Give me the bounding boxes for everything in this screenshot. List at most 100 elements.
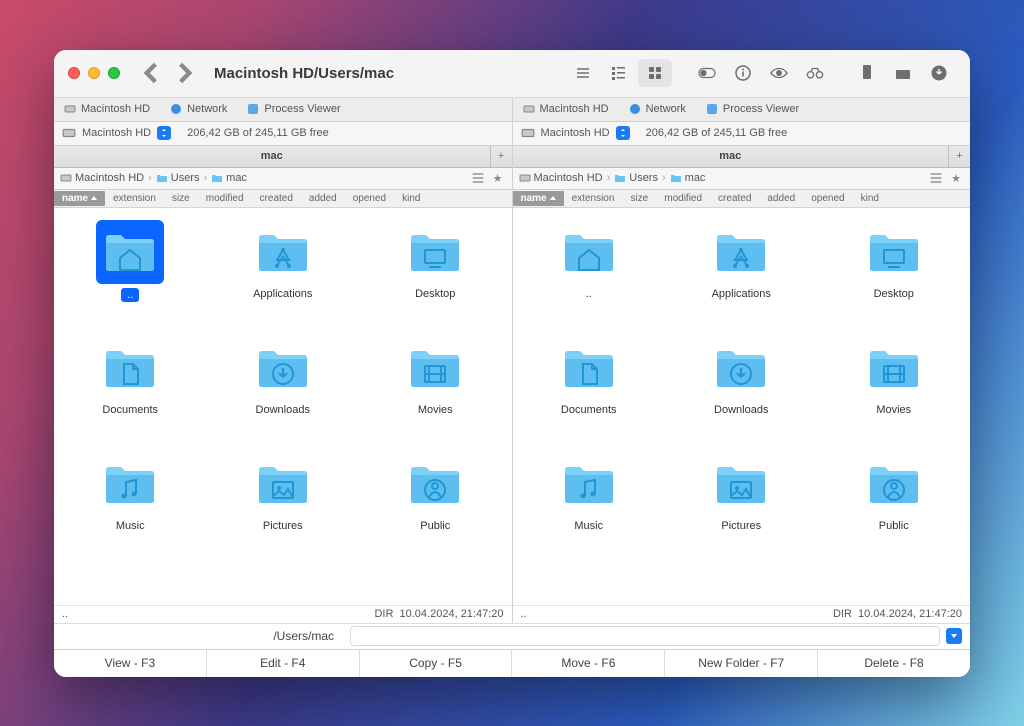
folder-label: Movies [876, 404, 911, 416]
folder-item-[interactable]: .. [513, 220, 666, 330]
header-modified[interactable]: modified [198, 193, 252, 204]
crumb-mac[interactable]: mac [670, 172, 706, 184]
column-headers: name extension size modified created add… [54, 190, 512, 208]
crumb-users[interactable]: Users [156, 172, 200, 184]
header-opened[interactable]: opened [345, 193, 394, 204]
new-folder-button[interactable]: New Folder - F7 [665, 650, 818, 677]
folder-icon [96, 452, 164, 516]
header-extension[interactable]: extension [105, 193, 164, 204]
copy-button[interactable]: Copy - F5 [360, 650, 513, 677]
header-created[interactable]: created [252, 193, 301, 204]
crumb-mac[interactable]: mac [211, 172, 247, 184]
drive-dropdown-icon[interactable] [157, 126, 171, 140]
crumb-users[interactable]: Users [614, 172, 658, 184]
folder-item-applications[interactable]: Applications [665, 220, 818, 330]
info-icon[interactable] [726, 59, 760, 87]
folder-item-[interactable]: .. [54, 220, 207, 330]
compress-icon[interactable] [850, 59, 884, 87]
footer-toolbar: View - F3 Edit - F4 Copy - F5 Move - F6 … [54, 649, 970, 677]
list-menu-icon[interactable] [928, 170, 944, 186]
path-input[interactable] [350, 626, 940, 646]
folder-label: .. [586, 288, 592, 300]
download-icon[interactable] [922, 59, 956, 87]
disk-space: 206,42 GB of 245,11 GB free [638, 127, 796, 139]
disk-space: 206,42 GB of 245,11 GB free [179, 127, 337, 139]
header-extension[interactable]: extension [564, 193, 623, 204]
folder-item-desktop[interactable]: Desktop [818, 220, 971, 330]
header-name[interactable]: name [513, 191, 564, 206]
tab-macintosh-hd[interactable]: Macintosh HD [54, 98, 160, 121]
new-tab-button[interactable]: + [948, 146, 970, 167]
path-dropdown-icon[interactable] [946, 628, 962, 644]
tab-network[interactable]: Network [619, 98, 696, 121]
header-kind[interactable]: kind [394, 193, 428, 204]
header-size[interactable]: size [164, 193, 198, 204]
folder-tab-label[interactable]: mac [513, 150, 949, 162]
header-size[interactable]: size [622, 193, 656, 204]
drive-select[interactable]: Macintosh HD [54, 126, 179, 140]
back-button[interactable] [138, 60, 164, 86]
tab-process-viewer[interactable]: Process Viewer [237, 98, 350, 121]
folder-label: Public [879, 520, 909, 532]
folder-item-desktop[interactable]: Desktop [359, 220, 512, 330]
folder-item-downloads[interactable]: Downloads [207, 336, 360, 446]
list-menu-icon[interactable] [470, 170, 486, 186]
folder-item-pictures[interactable]: Pictures [665, 452, 818, 562]
share-icon[interactable] [886, 59, 920, 87]
tab-macintosh-hd[interactable]: Macintosh HD [513, 98, 619, 121]
maximize-button[interactable] [108, 67, 120, 79]
header-created[interactable]: created [710, 193, 759, 204]
folder-item-music[interactable]: Music [54, 452, 207, 562]
folder-tab: mac + [54, 146, 512, 168]
crumb-disk[interactable]: Macintosh HD [60, 172, 144, 184]
folder-icon [707, 220, 775, 284]
folder-item-pictures[interactable]: Pictures [207, 452, 360, 562]
folder-tab-label[interactable]: mac [54, 150, 490, 162]
folder-item-applications[interactable]: Applications [207, 220, 360, 330]
minimize-button[interactable] [88, 67, 100, 79]
folder-icon [249, 336, 317, 400]
favorite-icon[interactable]: ★ [490, 170, 506, 186]
folder-item-public[interactable]: Public [359, 452, 512, 562]
drive-select[interactable]: Macintosh HD [513, 126, 638, 140]
folder-label: .. [121, 288, 139, 302]
header-opened[interactable]: opened [803, 193, 852, 204]
header-added[interactable]: added [759, 193, 803, 204]
tab-network[interactable]: Network [160, 98, 237, 121]
close-button[interactable] [68, 67, 80, 79]
file-grid[interactable]: .. Applications Desktop Documents Downlo… [54, 208, 512, 605]
view-icons-icon[interactable] [638, 59, 672, 87]
tab-process-viewer[interactable]: Process Viewer [696, 98, 809, 121]
folder-item-movies[interactable]: Movies [818, 336, 971, 446]
new-tab-button[interactable]: + [490, 146, 512, 167]
folder-item-downloads[interactable]: Downloads [665, 336, 818, 446]
preview-icon[interactable] [762, 59, 796, 87]
file-grid[interactable]: .. Applications Desktop Documents Downlo… [513, 208, 971, 605]
move-button[interactable]: Move - F6 [512, 650, 665, 677]
folder-item-movies[interactable]: Movies [359, 336, 512, 446]
binoculars-icon[interactable] [798, 59, 832, 87]
forward-button[interactable] [172, 60, 198, 86]
left-pane: Macintosh HD Network Process Viewer Maci… [54, 98, 513, 623]
header-kind[interactable]: kind [853, 193, 887, 204]
header-name[interactable]: name [54, 191, 105, 206]
view-list-icon[interactable] [566, 59, 600, 87]
folder-item-public[interactable]: Public [818, 452, 971, 562]
drive-dropdown-icon[interactable] [616, 126, 630, 140]
header-added[interactable]: added [301, 193, 345, 204]
crumb-disk[interactable]: Macintosh HD [519, 172, 603, 184]
folder-item-documents[interactable]: Documents [54, 336, 207, 446]
window-title: Macintosh HD/Users/mac [214, 65, 394, 82]
folder-tab: mac + [513, 146, 971, 168]
toggle-icon[interactable] [690, 59, 724, 87]
status-type: DIR [833, 608, 852, 620]
header-modified[interactable]: modified [656, 193, 710, 204]
delete-button[interactable]: Delete - F8 [818, 650, 970, 677]
view-button[interactable]: View - F3 [54, 650, 207, 677]
view-columns-icon[interactable] [602, 59, 636, 87]
folder-item-documents[interactable]: Documents [513, 336, 666, 446]
favorite-icon[interactable]: ★ [948, 170, 964, 186]
edit-button[interactable]: Edit - F4 [207, 650, 360, 677]
folder-item-music[interactable]: Music [513, 452, 666, 562]
right-pane: Macintosh HD Network Process Viewer Maci… [513, 98, 971, 623]
